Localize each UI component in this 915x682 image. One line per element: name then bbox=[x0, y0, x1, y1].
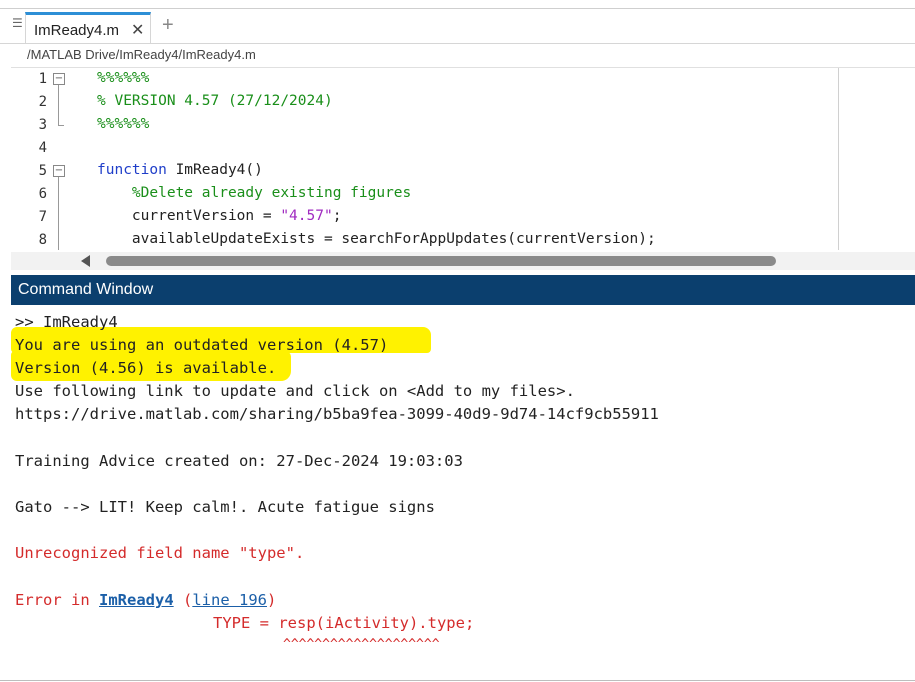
code-line: function ImReady4() bbox=[97, 162, 263, 178]
code-line: % VERSION 4.57 (27/12/2024) bbox=[97, 93, 333, 109]
add-tab-icon[interactable]: + bbox=[162, 14, 174, 37]
code-line: %Delete already existing figures bbox=[97, 185, 412, 201]
error-prefix: Error in bbox=[15, 591, 99, 609]
code-editor[interactable]: 1 2 3 4 5 6 7 8 − − %%%%%% % VERSION 4.5… bbox=[11, 67, 915, 273]
error-paren: ) bbox=[266, 591, 277, 609]
string-literal: "4.57" bbox=[280, 208, 333, 224]
code-line: currentVersion = "4.57"; bbox=[97, 208, 342, 224]
editor-tab-bar: ImReady4.m ✕ + bbox=[0, 12, 915, 44]
error-carets: ^^^^^^^^^^^^^^^^^^^^ bbox=[283, 637, 440, 652]
output-line: Training Advice created on: 27-Dec-2024 … bbox=[15, 452, 463, 470]
function-link[interactable]: ImReady4 bbox=[99, 591, 174, 609]
code-line: %%%%%% bbox=[97, 70, 150, 86]
error-location: Error in ImReady4 (line 196) bbox=[15, 591, 276, 609]
output-line: Gato --> LIT! Keep calm!. Acute fatigue … bbox=[15, 498, 435, 516]
error-message: Unrecognized field name "type". bbox=[15, 544, 305, 562]
line-number-gutter: 1 2 3 4 5 6 7 8 − − bbox=[11, 68, 71, 250]
fold-guide-end bbox=[58, 125, 64, 126]
keyword: function bbox=[97, 162, 167, 178]
output-line: >> ImReady4 bbox=[15, 313, 118, 331]
line-link[interactable]: line 196 bbox=[192, 591, 267, 609]
right-margin-guide bbox=[838, 68, 839, 250]
tab-label: ImReady4.m bbox=[34, 22, 120, 39]
line-number: 6 bbox=[38, 186, 47, 202]
close-icon[interactable]: ✕ bbox=[131, 20, 144, 40]
line-number: 5 bbox=[38, 163, 47, 179]
command-window-header: Command Window bbox=[11, 275, 915, 305]
command-window-title: Command Window bbox=[18, 281, 154, 298]
output-line: https://drive.matlab.com/sharing/b5ba9fe… bbox=[15, 405, 659, 423]
line-number: 1 bbox=[38, 71, 47, 87]
code-text: ImReady4() bbox=[166, 162, 263, 178]
scrollbar-thumb[interactable] bbox=[106, 256, 776, 266]
command-window[interactable]: >> ImReady4 You are using an outdated ve… bbox=[0, 305, 915, 682]
bottom-divider bbox=[0, 680, 915, 681]
output-line: Use following link to update and click o… bbox=[15, 382, 575, 400]
file-path: /MATLAB Drive/ImReady4/ImReady4.m bbox=[27, 47, 256, 62]
top-divider bbox=[0, 8, 915, 9]
line-number: 3 bbox=[38, 117, 47, 133]
code-text: ; bbox=[332, 208, 342, 224]
fold-guide bbox=[58, 177, 59, 250]
code-line: %%%%%% bbox=[97, 116, 150, 132]
code-text: currentVersion = bbox=[97, 208, 281, 224]
error-code: TYPE = resp(iActivity).type; bbox=[213, 614, 475, 632]
fold-guide bbox=[58, 85, 59, 125]
output-line: Version (4.56) is available. bbox=[15, 359, 277, 377]
tab-imready4[interactable]: ImReady4.m ✕ bbox=[25, 12, 151, 43]
line-number: 7 bbox=[38, 209, 47, 225]
error-paren: ( bbox=[173, 591, 193, 609]
line-number: 2 bbox=[38, 94, 47, 110]
line-number: 4 bbox=[38, 140, 47, 156]
line-number: 8 bbox=[38, 232, 47, 248]
fold-icon[interactable]: − bbox=[53, 165, 65, 177]
scroll-left-icon[interactable] bbox=[81, 255, 90, 267]
fold-icon[interactable]: − bbox=[53, 73, 65, 85]
code-line: availableUpdateExists = searchForAppUpda… bbox=[97, 231, 656, 247]
output-line: You are using an outdated version (4.57) bbox=[15, 336, 389, 354]
horizontal-scrollbar[interactable] bbox=[11, 252, 915, 270]
